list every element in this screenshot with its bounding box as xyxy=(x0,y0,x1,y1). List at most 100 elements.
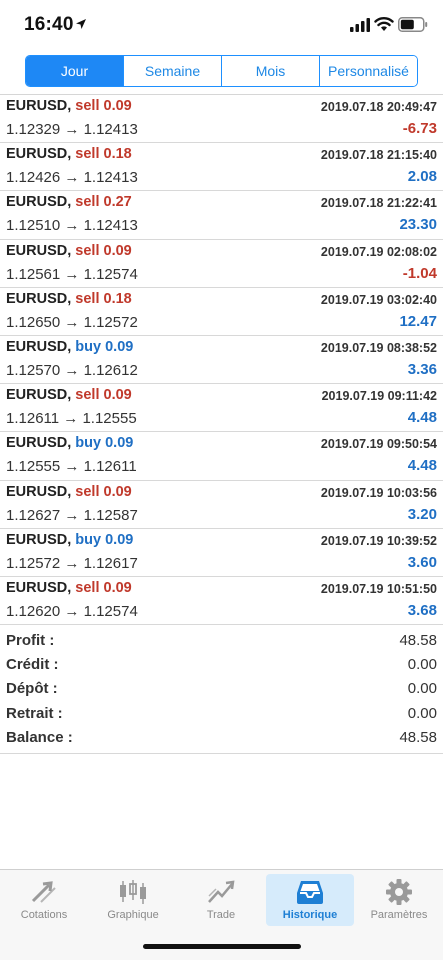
trade-symbol-text: EURUSD, xyxy=(6,483,72,500)
trade-open-price: 1.12555 xyxy=(6,458,61,476)
trade-open-price: 1.12620 xyxy=(6,602,61,620)
home-indicator xyxy=(143,944,301,949)
arrow-right-icon: → xyxy=(64,265,80,283)
tab-mois[interactable]: Mois xyxy=(222,56,320,86)
summary-row: Retrait : 0.00 xyxy=(0,701,443,725)
summary-label: Balance : xyxy=(6,728,73,746)
summary-row: Profit : 48.58 xyxy=(0,628,443,652)
summary-value: 0.00 xyxy=(407,704,437,722)
candlestick-chart-icon xyxy=(120,880,146,904)
status-bar: 16:40 xyxy=(0,0,443,48)
trade-row[interactable]: EURUSD, sell 0.18 1.12426 → 1.12413 2019.0… xyxy=(0,143,443,192)
gear-icon xyxy=(386,879,412,905)
arrow-right-icon: → xyxy=(64,602,80,620)
trade-symbol-text: EURUSD, xyxy=(6,435,72,452)
summary-label: Dépôt : xyxy=(6,680,58,698)
trade-open-price: 1.12510 xyxy=(6,217,61,235)
trade-symbol: EURUSD, buy 0.09 xyxy=(6,532,133,548)
arrow-right-icon: → xyxy=(64,121,80,138)
trade-close-price: 1.12413 xyxy=(83,169,138,187)
trade-symbol-text: EURUSD, xyxy=(6,98,72,114)
tab-jour[interactable]: Jour xyxy=(26,56,124,86)
tab-semaine[interactable]: Semaine xyxy=(124,56,222,86)
trade-close-price: 1.12413 xyxy=(83,121,138,138)
trade-profit: 23.30 xyxy=(399,216,437,234)
trade-row[interactable]: EURUSD, sell 0.09 1.12329 → 1.12413 2019.0… xyxy=(0,95,443,144)
trade-time: 2019.07.19 08:38:52 xyxy=(320,340,437,355)
location-arrow-icon xyxy=(76,19,86,29)
arrow-right-icon: → xyxy=(64,217,80,235)
trade-profit: -1.04 xyxy=(402,264,437,282)
trade-prices: 1.12650 → 1.12572 xyxy=(6,314,138,331)
trade-row[interactable]: EURUSD, sell 0.09 1.12561 → 1.12574 2019.0… xyxy=(0,240,443,288)
trade-close-price: 1.12617 xyxy=(83,554,138,572)
trade-chart-icon xyxy=(208,880,235,903)
trade-open-price: 1.12650 xyxy=(6,313,61,331)
trade-close-price: 1.12572 xyxy=(83,313,138,331)
arrow-right-icon: → xyxy=(64,361,80,379)
trade-side: sell 0.09 xyxy=(75,483,132,500)
tab-trade-label: Trade xyxy=(206,909,236,921)
tab-trade[interactable]: Trade xyxy=(177,874,265,926)
trade-prices: 1.12555 → 1.12611 xyxy=(6,458,137,475)
battery-icon xyxy=(398,17,428,32)
trade-row[interactable]: EURUSD, sell 0.18 1.12650 → 1.12572 2019.0… xyxy=(0,288,443,336)
trade-row[interactable]: EURUSD, buy 0.09 1.12555 → 1.12611 2019.07… xyxy=(0,432,443,481)
arrow-right-icon: → xyxy=(64,506,80,524)
trade-time: 2019.07.19 03:02:40 xyxy=(320,292,437,307)
arrow-right-icon: → xyxy=(64,169,80,187)
trade-time: 2019.07.19 10:39:52 xyxy=(320,533,437,548)
summary-label: Crédit : xyxy=(6,656,59,674)
trade-prices: 1.12510 → 1.12413 xyxy=(6,217,138,234)
tab-graphique-label: Graphique xyxy=(107,909,159,921)
trade-time: 2019.07.19 02:08:02 xyxy=(320,244,437,259)
trade-prices: 1.12561 → 1.12574 xyxy=(6,266,138,283)
trade-side: sell 0.09 xyxy=(75,242,132,259)
trade-row[interactable]: EURUSD, sell 0.09 1.12620 → 1.12574 2019.0… xyxy=(0,577,443,626)
trade-row[interactable]: EURUSD, sell 0.27 1.12510 → 1.12413 2019.0… xyxy=(0,191,443,240)
trade-row[interactable]: EURUSD, sell 0.09 1.12611 → 1.12555 2019.0… xyxy=(0,384,443,433)
trade-side: buy 0.09 xyxy=(75,531,134,548)
trade-open-price: 1.12572 xyxy=(6,554,61,572)
period-segmented-control: Jour Semaine Mois Personnalisé xyxy=(25,55,418,87)
tab-parametres[interactable]: Paramètres xyxy=(355,874,443,926)
trade-side: sell 0.09 xyxy=(75,98,132,114)
trade-symbol: EURUSD, sell 0.09 xyxy=(6,387,132,403)
tab-historique-label: Historique xyxy=(282,909,338,921)
tab-graphique[interactable]: Graphique xyxy=(89,874,177,926)
arrow-right-icon: → xyxy=(63,410,79,428)
trade-symbol-text: EURUSD, xyxy=(6,338,72,355)
trade-symbol-text: EURUSD, xyxy=(6,194,72,211)
trade-prices: 1.12611 → 1.12555 xyxy=(6,410,137,427)
trade-row[interactable]: EURUSD, buy 0.09 1.12572 → 1.12617 2019.07… xyxy=(0,529,443,577)
trade-profit: 2.08 xyxy=(407,168,437,186)
trade-open-price: 1.12611 xyxy=(6,410,60,428)
trade-row[interactable]: EURUSD, sell 0.09 1.12627 → 1.12587 2019.0… xyxy=(0,481,443,529)
tab-personnalise[interactable]: Personnalisé xyxy=(320,56,417,86)
trade-symbol: EURUSD, buy 0.09 xyxy=(6,435,133,451)
tab-historique[interactable]: Historique xyxy=(266,874,354,926)
arrow-right-icon: → xyxy=(64,458,80,476)
summary-row: Balance : 48.58 xyxy=(0,725,443,749)
trade-side: sell 0.09 xyxy=(75,387,132,404)
trade-close-price: 1.12574 xyxy=(83,265,138,283)
trade-symbol: EURUSD, sell 0.09 xyxy=(6,243,132,259)
arrow-right-icon: → xyxy=(64,313,80,331)
trade-side: sell 0.09 xyxy=(75,579,132,596)
trade-symbol-text: EURUSD, xyxy=(6,146,72,163)
trade-profit: 3.60 xyxy=(407,553,437,571)
wifi-icon xyxy=(374,17,394,31)
trade-symbol-text: EURUSD, xyxy=(6,387,72,404)
trade-close-price: 1.12555 xyxy=(82,410,137,428)
trade-symbol-text: EURUSD, xyxy=(6,242,72,259)
tab-cotations[interactable]: Cotations xyxy=(0,874,88,926)
trade-open-price: 1.12329 xyxy=(6,121,61,138)
trade-row[interactable]: EURUSD, buy 0.09 1.12570 → 1.12612 2019.07… xyxy=(0,336,443,385)
trade-profit: -6.73 xyxy=(402,120,437,137)
trade-side: buy 0.09 xyxy=(75,338,134,355)
trade-side: sell 0.18 xyxy=(75,290,132,307)
trade-profit: 3.20 xyxy=(407,505,437,523)
trade-side: sell 0.27 xyxy=(75,194,132,211)
trade-prices: 1.12620 → 1.12574 xyxy=(6,603,138,620)
trade-prices: 1.12329 → 1.12413 xyxy=(6,121,138,138)
